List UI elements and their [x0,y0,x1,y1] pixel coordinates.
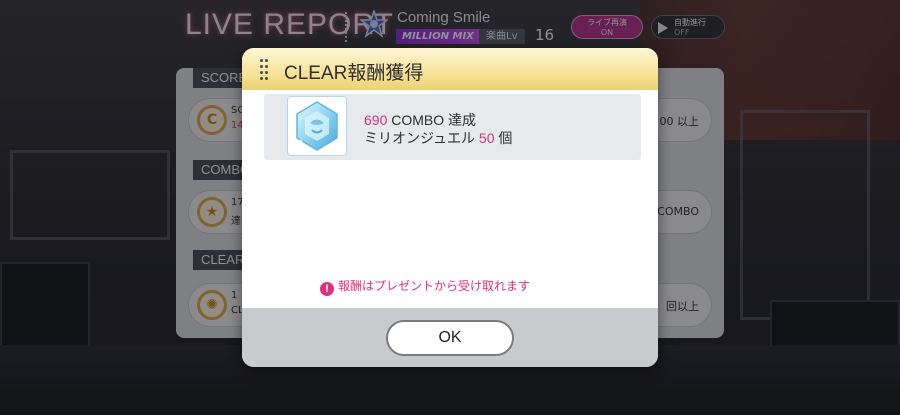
notice-text: 報酬はプレゼントから受け取れます [338,279,531,293]
reward-combo-text: 690 COMBO 達成 [364,110,476,130]
ok-button[interactable]: OK [386,320,514,356]
clear-reward-dialog: CLEAR報酬獲得 690 COMBO 達成 ミリオンジュエル 50 個 ! 報… [242,48,658,367]
grip-icon [260,59,268,80]
dialog-footer: OK [242,308,658,367]
dialog-header: CLEAR報酬獲得 [242,48,658,90]
reward-item-name: ミリオンジュエル [364,130,476,146]
combo-count: 690 [364,112,388,128]
exclamation-icon: ! [320,282,334,296]
present-notice: ! 報酬はプレゼントから受け取れます [320,277,530,296]
reward-item-count: 50 [478,130,495,146]
reward-item-text: ミリオンジュエル 50 個 [364,128,512,148]
dialog-title: CLEAR報酬獲得 [284,63,424,84]
combo-label: COMBO 達成 [391,112,477,128]
reward-item-row: 690 COMBO 達成 ミリオンジュエル 50 個 [264,94,641,160]
million-jewel-icon [296,101,338,151]
reward-item-frame [287,96,347,156]
reward-item-unit: 個 [498,130,513,146]
